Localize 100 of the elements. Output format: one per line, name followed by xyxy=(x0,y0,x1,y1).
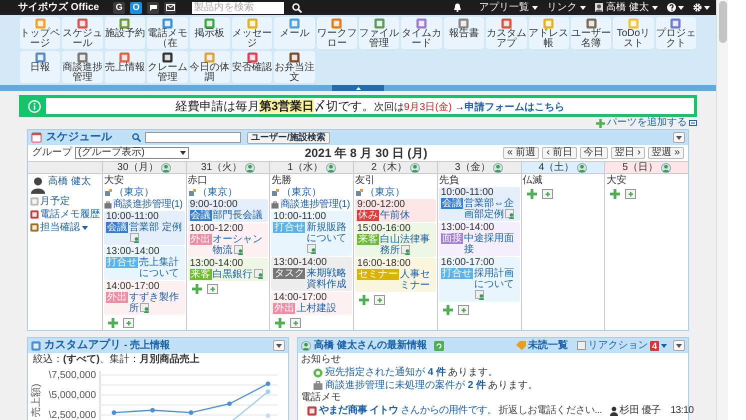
date-nav-button[interactable]: « 前週 xyxy=(503,147,540,159)
add-memo-icon[interactable] xyxy=(374,295,386,305)
event-title[interactable]: 人事セミナー xyxy=(400,269,434,291)
user-link[interactable]: 担当確認 xyxy=(40,222,88,233)
search-icon[interactable] xyxy=(292,2,302,12)
refresh-icon[interactable] xyxy=(434,340,444,350)
panel-title[interactable]: カスタムアプリ xyxy=(44,340,121,351)
notice-link[interactable]: 宛先指定された通知が 4 件 xyxy=(325,368,446,378)
user-link[interactable]: 月予定 xyxy=(40,196,70,207)
help-menu[interactable] xyxy=(667,3,684,12)
user-name-link[interactable]: 高橋 健太 xyxy=(48,176,91,187)
group-select[interactable]: (グループ表示) xyxy=(75,147,189,159)
scroll-thumb[interactable] xyxy=(718,1,726,43)
app-tile[interactable]: ワークフロー xyxy=(316,17,357,49)
schedule-event[interactable]: 10:00-11:00 打合せ 新規販路について xyxy=(271,211,352,256)
schedule-event[interactable]: 16:00-17:00 打合せ 採用計画について xyxy=(438,257,520,302)
user-icon[interactable] xyxy=(410,162,420,172)
location-link[interactable]: （東京） xyxy=(114,187,154,198)
schedule-event[interactable]: 10:00-11:00 会議 営業部⇔企画部定例 xyxy=(438,187,520,221)
app-switch-button[interactable]: G xyxy=(113,2,126,14)
app-tile[interactable]: 売上情報 xyxy=(104,51,146,83)
app-tile[interactable]: ToDoリスト xyxy=(613,17,654,49)
day-label[interactable]: 4（土） xyxy=(538,162,574,172)
app-tile[interactable]: トップページ xyxy=(20,17,60,49)
app-tile[interactable]: メール xyxy=(274,17,315,49)
app-tile[interactable]: クレーム管理 xyxy=(147,51,188,83)
app-tile[interactable]: メッセージ xyxy=(232,17,272,49)
panel-menu-button[interactable] xyxy=(673,340,685,351)
search-field[interactable]: 製品内を検索 xyxy=(192,2,284,14)
date-nav-button[interactable]: 翌日 › xyxy=(610,147,645,159)
schedule-event[interactable]: 14:00-17:00 外出 上村建設 xyxy=(271,292,352,315)
date-nav-button[interactable]: ‹ 前日 xyxy=(542,147,577,159)
date-nav-button[interactable]: 翌週 » xyxy=(648,147,684,159)
add-memo-icon[interactable] xyxy=(542,189,553,199)
deal-link[interactable]: 商談進捗管理(1) xyxy=(280,199,350,210)
chat-app-button[interactable] xyxy=(147,2,160,14)
add-memo-icon[interactable] xyxy=(625,189,636,199)
panel-menu-button[interactable] xyxy=(273,340,285,351)
user-icon[interactable] xyxy=(326,162,336,172)
logo[interactable]: サイボウズ Office xyxy=(18,2,100,12)
user-menu[interactable]: 高橋 健太 xyxy=(595,2,658,12)
panel-title[interactable]: スケジュール xyxy=(46,132,112,143)
event-title[interactable]: 午前休 xyxy=(380,210,410,221)
app-tile[interactable]: お弁当注文 xyxy=(274,51,315,83)
event-title[interactable]: 白山法律事務所 xyxy=(380,234,434,256)
schedule-event[interactable]: 14:00-17:00 外出 すずき製作所 xyxy=(104,281,185,315)
application-form-link[interactable]: 申請フォームはこちら xyxy=(464,102,565,113)
schedule-event[interactable]: 13:00-14:00 タスク 来期戦略資料作成 xyxy=(271,257,352,291)
settings-menu[interactable] xyxy=(693,3,710,12)
plus-icon[interactable] xyxy=(275,318,286,328)
menu-link[interactable]: アプリ一覧 xyxy=(479,2,538,12)
app-tile[interactable]: プロジェクト xyxy=(656,17,696,49)
app-switch-button[interactable]: O xyxy=(130,2,142,14)
schedule-event[interactable]: 15:00-16:00 来客 白山法律事務所 xyxy=(355,223,436,257)
location-link[interactable]: （東京） xyxy=(365,187,406,198)
app-tile[interactable]: 安否確認 xyxy=(232,51,272,83)
add-memo-icon[interactable] xyxy=(123,318,134,328)
menu-link[interactable]: リンク xyxy=(547,2,586,12)
schedule-event[interactable]: 13:00-14:00 打合せ 売上集計について xyxy=(104,246,185,280)
schedule-event[interactable]: 13:00-14:00 面接 中途採用面接 xyxy=(438,222,520,256)
event-title[interactable]: 新規販路について xyxy=(306,222,350,255)
user-facility-search-button[interactable]: ユーザー/施設検索 xyxy=(247,132,330,144)
event-title[interactable]: 営業部⇔企画部定例 xyxy=(464,198,518,220)
day-label[interactable]: 30（月） xyxy=(117,162,158,172)
reaction-link[interactable]: リアクション 4 xyxy=(576,340,667,350)
app-tile[interactable]: ファイル管理 xyxy=(359,17,400,49)
day-label[interactable]: 5（日） xyxy=(622,162,658,172)
add-parts-link[interactable]: パーツを追加する xyxy=(596,118,697,128)
day-label[interactable]: 3（金） xyxy=(454,162,490,172)
app-tile[interactable]: 掲示板 xyxy=(190,17,230,49)
event-title[interactable]: 中途採用面接 xyxy=(464,233,518,255)
user-icon[interactable] xyxy=(660,162,671,172)
user-icon[interactable] xyxy=(301,340,311,350)
plus-icon[interactable] xyxy=(442,305,453,315)
notice-link[interactable]: 商談進捗管理に未処理の案件が 2 件 xyxy=(325,380,486,390)
bell-icon[interactable] xyxy=(453,3,462,12)
app-tile[interactable]: 今日の体調 xyxy=(190,51,230,83)
app-tile[interactable]: 報告書 xyxy=(444,17,484,49)
app-tile[interactable]: 施設予約 xyxy=(104,17,146,49)
user-link[interactable]: 電話メモ履歴 xyxy=(40,209,100,220)
day-label[interactable]: 2（木） xyxy=(371,162,407,172)
plus-icon[interactable] xyxy=(526,189,537,199)
schedule-event[interactable]: 10:00-11:00 会議 営業部 定例 xyxy=(104,211,185,245)
plus-icon[interactable] xyxy=(108,318,118,328)
panel-menu-button[interactable] xyxy=(673,132,685,143)
event-title[interactable]: オーシャン物流 xyxy=(212,234,266,256)
schedule-event[interactable]: 10:00-12:00 外出 オーシャン物流 xyxy=(188,223,268,257)
date-nav-button[interactable]: 今日 xyxy=(580,147,608,159)
user-icon[interactable] xyxy=(493,162,504,172)
user-icon[interactable] xyxy=(161,162,172,172)
app-tile[interactable]: 電話メモ（在 xyxy=(147,17,188,49)
event-title[interactable]: 来期戦略資料作成 xyxy=(306,268,350,290)
search-input[interactable] xyxy=(145,132,241,143)
event-title[interactable]: 売上集計について xyxy=(139,257,183,279)
schedule-event[interactable]: 13:00-14:00 来客 白黒銀行 xyxy=(188,258,268,281)
phone-memo-link[interactable]: やまだ商事 イトウ さんからの用件です。 xyxy=(319,406,497,416)
app-tile[interactable]: ユーザー名簿 xyxy=(570,17,612,49)
location-link[interactable]: （東京） xyxy=(198,187,238,198)
add-memo-icon[interactable] xyxy=(458,305,469,315)
add-memo-icon[interactable] xyxy=(290,318,302,328)
